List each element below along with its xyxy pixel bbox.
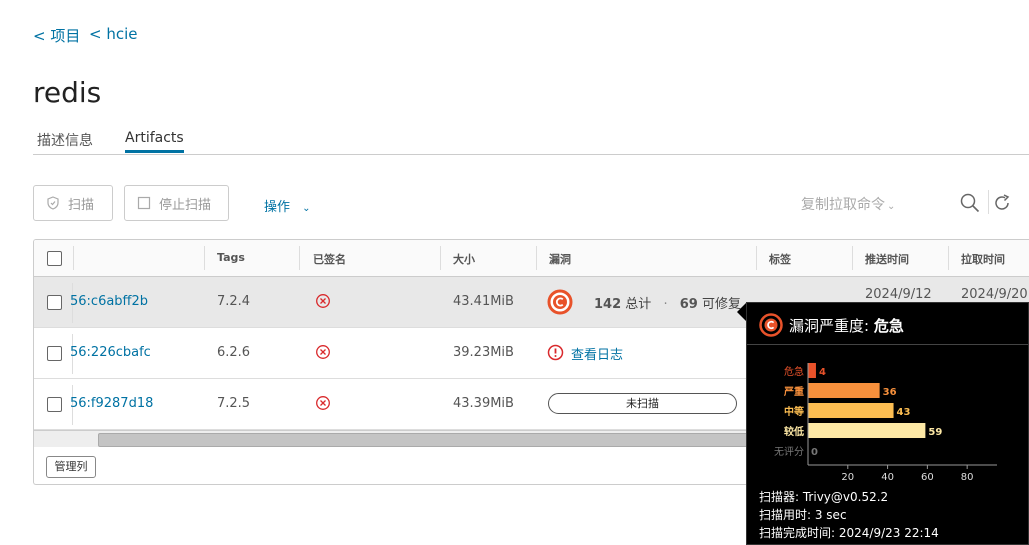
table-header: Tags 已签名 大小 漏洞 标签 推送时间 拉取时间 bbox=[34, 240, 1029, 277]
shield-icon bbox=[47, 196, 59, 210]
manage-columns-button[interactable]: 管理列 bbox=[46, 456, 96, 478]
tab-info[interactable]: 描述信息 bbox=[37, 130, 93, 156]
scanner-info: 扫描器: Trivy@v0.52.2 bbox=[759, 490, 889, 504]
scrollbar-thumb[interactable] bbox=[98, 433, 798, 447]
breadcrumb-project[interactable]: < hcie bbox=[89, 25, 138, 43]
critical-severity-icon bbox=[759, 313, 783, 337]
header-separator bbox=[948, 246, 949, 270]
stop-scan-button[interactable]: 停止扫描 bbox=[124, 185, 229, 221]
not-signed-icon bbox=[315, 344, 331, 364]
view-log-link[interactable]: 查看日志 bbox=[571, 344, 623, 363]
bar bbox=[808, 383, 880, 398]
header-push-time[interactable]: 推送时间 bbox=[865, 251, 909, 267]
bar bbox=[808, 363, 816, 378]
header-signed[interactable]: 已签名 bbox=[313, 251, 346, 267]
not-scanned-badge: 未扫描 bbox=[548, 393, 737, 414]
artifact-digest-link[interactable]: 56:226cbafc bbox=[70, 345, 151, 360]
search-icon[interactable] bbox=[960, 193, 980, 217]
x-tick-label: 40 bbox=[881, 472, 894, 483]
tab-divider bbox=[33, 154, 1029, 155]
tab-artifacts[interactable]: Artifacts bbox=[125, 130, 184, 153]
stop-scan-button-label: 停止扫描 bbox=[159, 197, 212, 213]
not-signed-icon bbox=[315, 293, 331, 313]
bar-value-label: 0 bbox=[811, 447, 818, 458]
vulnerability-summary[interactable]: 142 总计 · 69 可修复 bbox=[594, 293, 741, 312]
vuln-fixable-count: 69 bbox=[679, 297, 698, 312]
breadcrumb-projects[interactable]: < 项目 bbox=[33, 25, 80, 46]
category-label: 危急 bbox=[784, 365, 804, 378]
header-separator bbox=[852, 246, 853, 270]
row-checkbox[interactable] bbox=[47, 397, 62, 412]
header-vulnerability[interactable]: 漏洞 bbox=[549, 251, 571, 267]
category-label: 无评分 bbox=[774, 446, 804, 458]
chevron-down-icon: ⌄ bbox=[302, 203, 311, 214]
chevron-down-icon: ⌄ bbox=[887, 201, 896, 212]
tag-value: 7.2.4 bbox=[217, 294, 251, 309]
severity-value: 危急 bbox=[873, 316, 904, 335]
critical-severity-icon[interactable] bbox=[547, 289, 573, 319]
bar-value-label: 43 bbox=[897, 407, 911, 418]
stop-square-icon bbox=[137, 196, 151, 210]
bar-value-label: 4 bbox=[819, 367, 826, 378]
vuln-fixable-label: 可修复 bbox=[701, 297, 741, 312]
header-pull-time[interactable]: 拉取时间 bbox=[961, 251, 1005, 267]
vulnerability-tooltip: 漏洞严重度: 危急 危急 4 严重 36 中等 43 较低 59 无评分 0 20 40 60 80 扫描… bbox=[746, 302, 1029, 545]
artifact-digest-link[interactable]: 56:c6abff2b bbox=[70, 294, 148, 309]
header-separator bbox=[440, 246, 441, 270]
copy-pull-command-dropdown[interactable]: 复制拉取命令 ⌄ bbox=[801, 194, 895, 214]
tooltip-divider bbox=[747, 344, 1028, 345]
size-value: 43.41MiB bbox=[453, 294, 514, 309]
vuln-total-count: 142 bbox=[594, 297, 622, 312]
header-size[interactable]: 大小 bbox=[453, 251, 475, 267]
header-separator bbox=[73, 246, 74, 270]
category-label: 中等 bbox=[784, 405, 804, 418]
tag-value: 6.2.6 bbox=[217, 345, 251, 360]
tooltip-header: 漏洞严重度: 危急 bbox=[759, 313, 904, 337]
x-tick-label: 20 bbox=[841, 472, 854, 483]
refresh-icon[interactable] bbox=[992, 193, 1012, 217]
header-separator bbox=[536, 246, 537, 270]
error-icon bbox=[547, 344, 564, 365]
vuln-total-label: 总计 bbox=[625, 297, 652, 312]
row-checkbox[interactable] bbox=[47, 295, 62, 310]
header-labels[interactable]: 标签 bbox=[769, 251, 791, 267]
severity-bar-chart: 危急 4 严重 36 中等 43 较低 59 无评分 0 20 40 60 80 bbox=[774, 363, 997, 483]
scan-button[interactable]: 扫描 bbox=[33, 185, 113, 221]
actions-dropdown[interactable]: 操作 ⌄ bbox=[264, 196, 311, 215]
not-signed-icon bbox=[315, 395, 331, 415]
toolbar-divider bbox=[988, 190, 989, 214]
header-tags[interactable]: Tags bbox=[217, 251, 245, 264]
tag-value: 7.2.5 bbox=[217, 396, 251, 411]
size-value: 43.39MiB bbox=[453, 396, 514, 411]
scan-button-label: 扫描 bbox=[68, 197, 95, 213]
bar bbox=[808, 423, 926, 438]
header-separator bbox=[299, 246, 300, 270]
select-all-checkbox[interactable] bbox=[47, 251, 62, 266]
push-time-value: 2024/9/12 bbox=[865, 287, 932, 302]
header-separator bbox=[756, 246, 757, 270]
scan-completed-time: 扫描完成时间: 2024/9/23 22:14 bbox=[759, 526, 939, 540]
category-label: 严重 bbox=[783, 385, 804, 398]
artifact-digest-link[interactable]: 56:f9287d18 bbox=[70, 396, 153, 411]
severity-label: 漏洞严重度: bbox=[789, 316, 870, 335]
page-title: redis bbox=[33, 76, 102, 109]
header-separator bbox=[204, 246, 205, 270]
x-tick-label: 80 bbox=[961, 472, 974, 483]
scan-duration: 扫描用时: 3 sec bbox=[759, 508, 847, 522]
actions-label: 操作 bbox=[264, 200, 291, 215]
vuln-separator-dot: · bbox=[663, 297, 668, 312]
bar-value-label: 59 bbox=[928, 427, 942, 438]
bar bbox=[808, 403, 894, 418]
pull-time-value: 2024/9/20 bbox=[961, 287, 1028, 302]
bar-value-label: 36 bbox=[883, 387, 897, 398]
row-checkbox[interactable] bbox=[47, 346, 62, 361]
copy-pull-label: 复制拉取命令 bbox=[801, 197, 885, 213]
category-label: 较低 bbox=[784, 425, 804, 438]
x-tick-label: 60 bbox=[921, 472, 934, 483]
size-value: 39.23MiB bbox=[453, 345, 514, 360]
